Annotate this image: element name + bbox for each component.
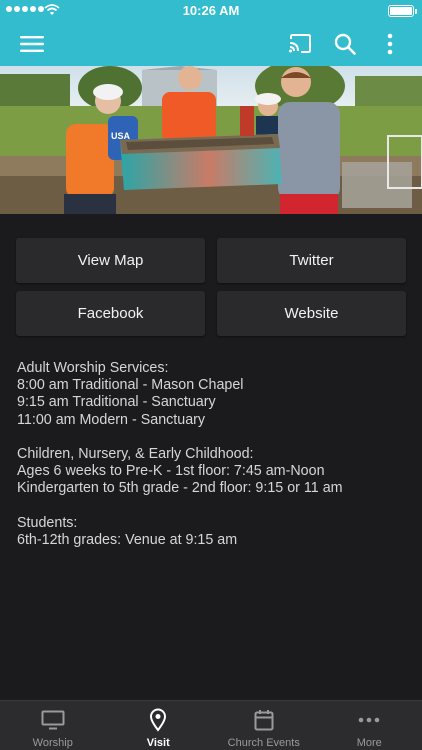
battery-nub (415, 9, 417, 14)
vertical-dots-icon (387, 33, 393, 55)
info-line: 9:15 am Traditional - Sanctuary (17, 394, 216, 411)
tab-more[interactable]: More (317, 701, 422, 750)
menu-button[interactable] (10, 22, 54, 66)
app-bar (0, 22, 422, 66)
tab-label: Visit (146, 737, 170, 749)
tab-label: Worship (32, 737, 73, 749)
facebook-button[interactable]: Facebook (16, 291, 205, 336)
tab-church-events[interactable]: Church Events (211, 701, 317, 750)
info-heading-adult: Adult Worship Services: (17, 360, 169, 376)
hero-image: USA (0, 66, 422, 214)
tab-label: More (356, 737, 382, 749)
cast-button[interactable] (278, 22, 322, 66)
calendar-icon (254, 710, 274, 731)
search-button[interactable] (323, 22, 367, 66)
info-line: 8:00 am Traditional - Mason Chapel (17, 377, 244, 394)
service-info: Adult Worship Services: 8:00 am Traditio… (17, 360, 412, 549)
hero-shirt-text: USA (111, 131, 131, 141)
tab-bar: Worship Visit Church Events More (0, 700, 422, 750)
tab-worship[interactable]: Worship (0, 701, 106, 750)
hamburger-icon (20, 36, 44, 52)
status-bar: 10:26 AM (0, 0, 422, 22)
info-line: 6th-12th grades: Venue at 9:15 am (17, 532, 238, 548)
info-line: Ages 6 weeks to Pre-K - 1st floor: 7:45 … (17, 463, 325, 480)
search-icon (334, 33, 356, 55)
tab-label: Church Events (227, 737, 300, 749)
info-line: 11:00 am Modern - Sanctuary (17, 411, 206, 428)
info-heading-children: Children, Nursery, & Early Childhood: (17, 446, 254, 462)
location-pin-icon (150, 708, 167, 732)
tab-visit[interactable]: Visit (106, 701, 212, 750)
battery-icon (388, 5, 414, 17)
info-line: Kindergarten to 5th grade - 2nd floor: 9… (17, 480, 343, 497)
cast-icon (289, 34, 311, 53)
info-heading-students: Students: (17, 514, 78, 531)
status-time: 10:26 AM (182, 3, 240, 18)
website-button[interactable]: Website (217, 291, 406, 336)
view-map-button[interactable]: View Map (16, 238, 205, 283)
monitor-icon (41, 710, 65, 730)
more-dots-icon (358, 717, 380, 723)
twitter-button[interactable]: Twitter (217, 238, 406, 283)
overflow-menu-button[interactable] (368, 22, 412, 66)
